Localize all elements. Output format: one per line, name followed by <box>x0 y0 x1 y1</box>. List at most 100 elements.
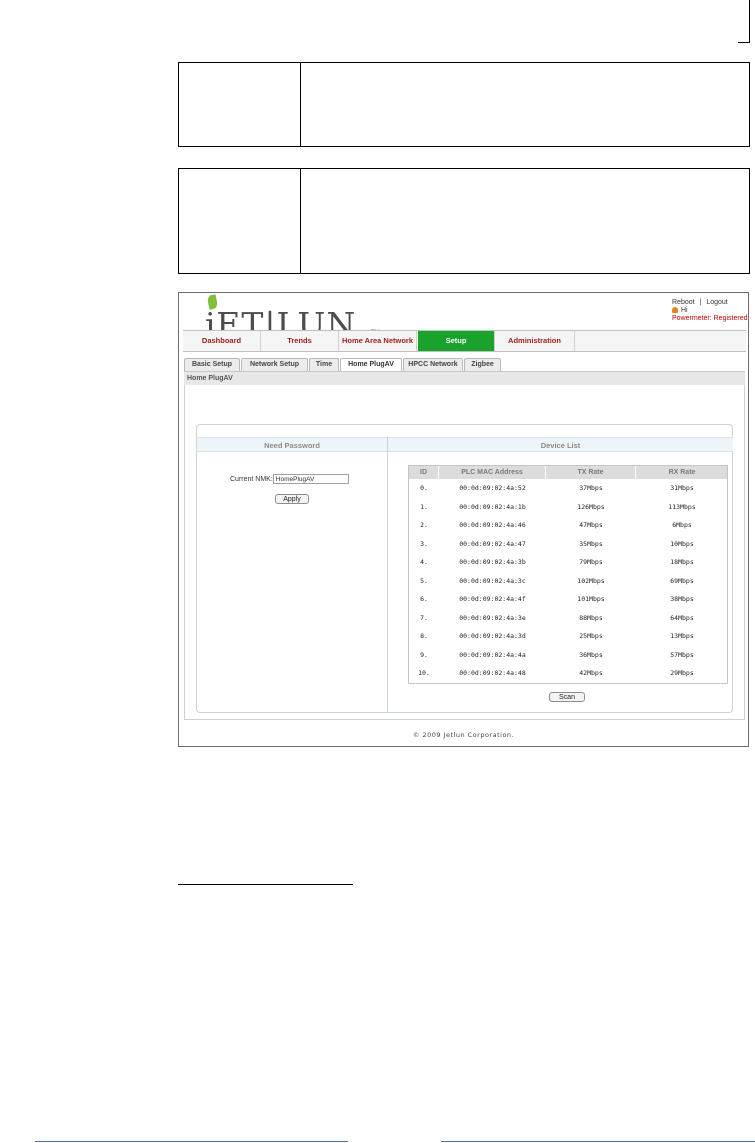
table-row: 2. 00:0d:09:02:4a:46 47Mbps 6Mbps <box>409 516 727 535</box>
table-row: 7. 00:0d:09:02:4a:3e 88Mbps 64Mbps <box>409 609 727 628</box>
router-setup-screenshot: jET|LUN TM Reboot | Logout Hi Powermeter… <box>178 292 749 747</box>
cell-rx: 113Mbps <box>668 502 696 511</box>
cell-mac: 00:0d:09:02:4a:48 <box>459 669 526 677</box>
device-table-header: ID PLC MAC Address TX Rate RX Rate <box>409 466 727 479</box>
cell-mac: 00:0d:09:02:4a:52 <box>459 484 526 492</box>
device-list-header: Device List <box>388 437 733 452</box>
scan-button[interactable]: Scan <box>549 692 585 702</box>
cell-tx: 37Mbps <box>579 484 603 492</box>
cell-tx: 36Mbps <box>579 650 603 659</box>
link-separator: | <box>699 299 702 306</box>
device-table: ID PLC MAC Address TX Rate RX Rate 0. 00:… <box>408 465 728 684</box>
plugav-panel: Need Password Device List Current NMK: Ho… <box>196 424 733 713</box>
tab-basic-setup[interactable]: Basic Setup <box>184 358 240 371</box>
nmk-label: Current NMK: <box>230 475 273 483</box>
table-row: 1. 00:0d:09:02:4a:1b 126Mbps 113Mbps <box>409 498 727 517</box>
cell-tx: 25Mbps <box>579 632 603 640</box>
main-nav: Dashboard Trends Home Area Network Setup… <box>183 330 746 352</box>
cell-mac: 00:0d:09:02:4a:3b <box>459 558 526 566</box>
table-row: 0. 00:0d:09:02:4a:52 37Mbps 31Mbps <box>409 479 727 498</box>
nmk-input[interactable]: HomePlugAV <box>272 474 349 484</box>
cell-mac: 00:0d:09:02:4a:1b <box>459 502 526 511</box>
nmk-row: Current NMK: HomePlugAV <box>230 474 349 484</box>
table-row: 8. 00:0d:09:02:4a:3d 25Mbps 13Mbps <box>409 627 727 646</box>
nav-trends[interactable]: Trends <box>261 331 339 351</box>
tab-home-plugav[interactable]: Home PlugAV <box>340 358 402 371</box>
tab-hpcc-network[interactable]: HPCC Network <box>403 358 463 371</box>
cell-rx: 10Mbps <box>670 539 694 548</box>
cell-id: 6. <box>420 595 428 603</box>
cell-rx: 6Mbps <box>672 521 692 529</box>
nav-administration[interactable]: Administration <box>495 331 575 351</box>
need-password-header: Need Password <box>197 437 387 452</box>
cell-rx: 64Mbps <box>670 613 694 622</box>
cell-rx: 29Mbps <box>670 669 694 677</box>
cell-tx: 102Mbps <box>577 576 605 585</box>
cell-mac: 00:0d:09:02:4a:4a <box>459 650 526 659</box>
col-mac: PLC MAC Address <box>439 466 546 479</box>
cell-id: 2. <box>420 521 428 529</box>
logout-link[interactable]: Logout <box>706 299 727 306</box>
cell-id: 10. <box>418 669 430 677</box>
reboot-link[interactable]: Reboot <box>672 299 695 306</box>
cell-rx: 31Mbps <box>670 484 694 492</box>
cell-tx: 88Mbps <box>579 613 603 622</box>
cell-mac: 00:0d:09:02:4a:3d <box>459 632 526 640</box>
cell-tx: 126Mbps <box>577 502 605 511</box>
greeting-text: Hi <box>681 307 688 314</box>
cell-rx: 13Mbps <box>670 632 694 640</box>
table-row: 10. 00:0d:09:02:4a:48 42Mbps 29Mbps <box>409 664 727 683</box>
cell-mac: 00:0d:09:02:4a:46 <box>459 521 526 529</box>
tab-zigbee[interactable]: Zigbee <box>464 358 501 371</box>
cell-id: 3. <box>420 539 428 548</box>
cell-mac: 00:0d:09:02:4a:4f <box>459 595 526 603</box>
cell-rx: 69Mbps <box>670 576 694 585</box>
cell-tx: 79Mbps <box>579 558 603 566</box>
cell-mac: 00:0d:09:02:4a:3e <box>459 613 526 622</box>
empty-table-box-1 <box>178 62 750 147</box>
col-rx-rate: RX Rate <box>668 469 696 476</box>
table-row: 5. 00:0d:09:02:4a:3c 102Mbps 69Mbps <box>409 572 727 591</box>
cell-mac: 00:0d:09:02:4a:3c <box>459 576 526 585</box>
copyright-footer: © 2009 Jetlun Corporation. <box>412 731 515 739</box>
cell-rx: 38Mbps <box>670 595 694 603</box>
apply-button[interactable]: Apply <box>275 494 309 504</box>
cell-rx: 57Mbps <box>670 650 694 659</box>
cell-tx: 47Mbps <box>579 521 603 529</box>
nav-dashboard[interactable]: Dashboard <box>183 331 261 351</box>
table-row: 4. 00:0d:09:02:4a:3b 79Mbps 18Mbps <box>409 553 727 572</box>
page-footer-rule-right <box>441 1141 755 1142</box>
cell-tx: 35Mbps <box>579 539 603 548</box>
user-icon <box>672 307 678 314</box>
table-divider <box>300 169 301 273</box>
top-right-links: Reboot | Logout Hi Powermeter: Registere… <box>672 299 747 322</box>
nav-home-area-network[interactable]: Home Area Network <box>339 331 417 351</box>
empty-table-box-2 <box>178 168 750 274</box>
footnote-separator <box>178 884 353 885</box>
page-corner-rule <box>749 0 750 42</box>
cell-id: 5. <box>420 576 428 585</box>
cell-id: 1. <box>420 502 428 511</box>
cell-rx: 18Mbps <box>670 558 694 566</box>
nav-setup[interactable]: Setup <box>418 331 495 351</box>
cell-id: 0. <box>420 484 428 492</box>
tab-network-setup[interactable]: Network Setup <box>241 358 308 371</box>
cell-tx: 42Mbps <box>579 669 603 677</box>
cell-tx: 101Mbps <box>577 595 605 603</box>
col-tx-rate: TX Rate <box>546 466 636 479</box>
tab-time[interactable]: Time <box>309 358 339 371</box>
table-row: 6. 00:0d:09:02:4a:4f 101Mbps 38Mbps <box>409 590 727 609</box>
panel-divider <box>387 437 388 713</box>
page-footer-rule-left <box>35 1141 348 1142</box>
page-corner-rule-horizontal <box>738 42 750 43</box>
section-title: Home PlugAV <box>184 371 745 385</box>
table-row: 3. 00:0d:09:02:4a:47 35Mbps 10Mbps <box>409 535 727 554</box>
table-divider <box>300 63 301 146</box>
powermeter-status: Powermeter: Registered <box>672 315 748 322</box>
col-id: ID <box>409 466 439 479</box>
cell-mac: 00:0d:09:02:4a:47 <box>459 539 526 548</box>
cell-id: 9. <box>420 650 428 659</box>
table-row: 9. 00:0d:09:02:4a:4a 36Mbps 57Mbps <box>409 646 727 665</box>
cell-id: 4. <box>420 558 428 566</box>
cell-id: 8. <box>420 632 428 640</box>
